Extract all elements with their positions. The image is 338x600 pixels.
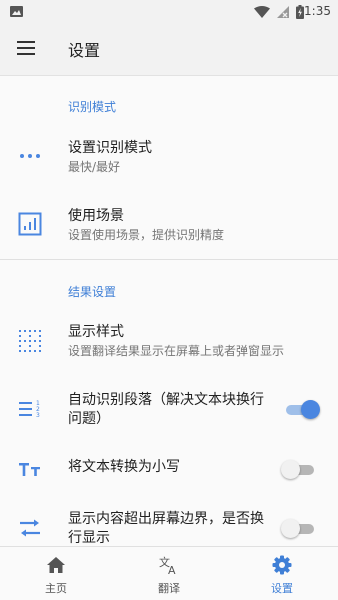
- section-header-result: 结果设置: [68, 285, 117, 299]
- system-icons: [254, 5, 304, 19]
- pref-title: 设置识别模式: [68, 140, 152, 156]
- nav-item-home[interactable]: 主页: [0, 547, 112, 600]
- more-horiz-icon: [20, 154, 40, 158]
- pref-summary: 设置使用场景，提供识别精度: [68, 228, 225, 242]
- auto-paragraph-switch[interactable]: [286, 399, 320, 419]
- switch-thumb: [301, 400, 320, 419]
- translate-icon: 文 A: [159, 555, 176, 575]
- numbered-list-icon: 1 2 3: [19, 400, 40, 419]
- bottom-navigation: 主页 文 A 翻译 设置: [0, 546, 338, 600]
- pref-lowercase[interactable]: 将文本转换为小写: [0, 442, 338, 494]
- pref-title: 显示样式: [68, 324, 124, 340]
- text-case-icon: [19, 463, 40, 476]
- section-divider: [0, 259, 338, 260]
- pref-recognition-mode[interactable]: 设置识别模式 最快/最好: [0, 122, 338, 190]
- nav-item-translate[interactable]: 文 A 翻译: [113, 547, 225, 600]
- pref-title: 使用场景: [68, 208, 124, 224]
- pref-auto-paragraph[interactable]: 1 2 3 自动识别段落（解决文本块换行问题）: [0, 380, 338, 438]
- pref-title: 将文本转换为小写: [68, 459, 180, 475]
- image-notification-icon: [10, 6, 23, 17]
- status-time: 1:35: [304, 4, 331, 18]
- nav-label-translate: 翻译: [158, 582, 180, 595]
- battery-charging-icon: [296, 5, 304, 19]
- pref-use-scene[interactable]: 使用场景 设置使用场景，提供识别精度: [0, 190, 338, 258]
- no-signal-icon: [277, 6, 289, 18]
- home-icon: [47, 557, 65, 573]
- wrap-switch[interactable]: [281, 518, 316, 538]
- svg-text:A: A: [168, 564, 176, 575]
- pref-title: 显示内容超出屏幕边界，是否换行显示: [68, 511, 264, 546]
- page-title: 设置: [68, 41, 101, 60]
- svg-text:3: 3: [36, 412, 40, 419]
- pref-title: 自动识别段落（解决文本块换行问题）: [68, 392, 264, 427]
- app-bar: 设置: [0, 24, 338, 76]
- pref-wrap-display[interactable]: 显示内容超出屏幕边界，是否换行显示: [0, 502, 338, 546]
- lowercase-switch[interactable]: [281, 459, 316, 479]
- chart-box-icon: [18, 212, 42, 236]
- switch-thumb: [281, 460, 300, 479]
- section-header-recognition: 识别模式: [68, 100, 117, 114]
- nav-label-settings: 设置: [271, 582, 293, 595]
- status-bar: 1:35: [0, 0, 338, 24]
- settings-list[interactable]: 识别模式 设置识别模式 最快/最好 使用场景 设置使用场景，提供识别精度 结果设…: [0, 76, 338, 546]
- wifi-icon: [254, 6, 270, 18]
- nav-label-home: 主页: [45, 582, 67, 595]
- pref-summary: 最快/最好: [68, 160, 121, 174]
- gear-icon: [272, 555, 292, 575]
- menu-icon[interactable]: [17, 41, 35, 55]
- pref-display-style[interactable]: 显示样式 设置翻译结果显示在屏幕上或者弹窗显示: [0, 308, 338, 374]
- pref-summary: 设置翻译结果显示在屏幕上或者弹窗显示: [68, 344, 285, 358]
- wrap-arrows-icon: [20, 519, 40, 537]
- dot-grid-icon: [19, 330, 41, 352]
- nav-item-settings[interactable]: 设置: [226, 547, 338, 600]
- switch-thumb: [281, 519, 300, 538]
